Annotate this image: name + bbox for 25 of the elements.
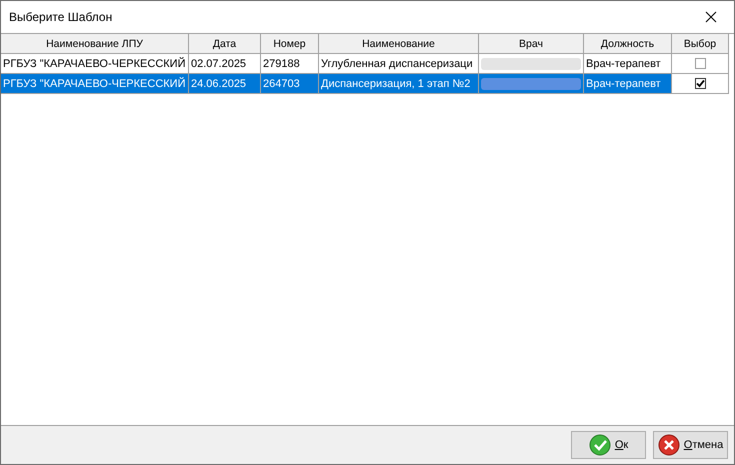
cancel-button[interactable]: Отмена [653,431,728,459]
table-cell: 02.07.2025 [189,54,261,74]
cancel-icon [658,434,680,456]
check-icon [588,434,611,456]
column-header[interactable]: Должность [584,34,672,54]
table-cell: РГБУЗ "КАРАЧАЕВО-ЧЕРКЕССКИЙ [1,54,189,74]
table-cell: Углубленная диспансеризаци [319,54,479,74]
checkbox[interactable] [694,78,706,89]
column-header[interactable]: Дата [189,34,261,54]
column-header[interactable]: Врач [479,34,584,54]
table-cell: 264703 [261,74,319,94]
column-header[interactable]: Наименование ЛПУ [1,34,189,54]
column-header[interactable]: Номер [261,34,319,54]
table-cell: 24.06.2025 [189,74,261,94]
column-header[interactable]: Выбор [672,34,729,54]
table-cell: Врач-терапевт [584,54,672,74]
table-cell: 279188 [261,54,319,74]
table-cell: Врач-терапевт [584,74,672,94]
column-header[interactable]: Наименование [319,34,479,54]
close-icon[interactable] [705,11,717,23]
table-cell: РГБУЗ "КАРАЧАЕВО-ЧЕРКЕССКИЙ [1,74,189,94]
checkbox[interactable] [694,58,706,69]
window-title: Выберите Шаблон [9,10,112,24]
table-cell: Диспансеризация, 1 этап №2 [319,74,479,94]
ok-button[interactable]: Ок [571,431,646,459]
